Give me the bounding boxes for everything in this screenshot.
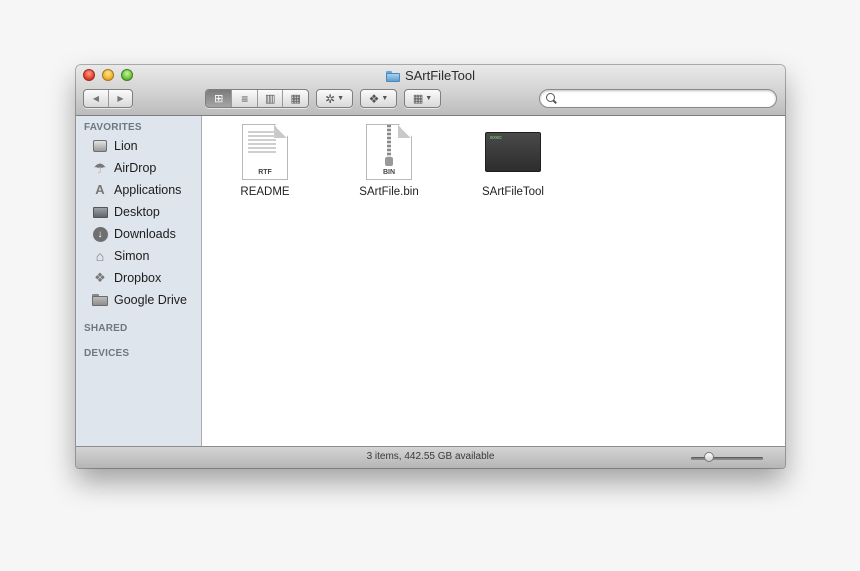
list-view-button[interactable]: ≡ — [231, 90, 257, 107]
dropbox-menu-button[interactable]: ❖ ▼ — [360, 89, 397, 108]
folder-icon — [385, 70, 400, 82]
search-input[interactable] — [558, 91, 772, 107]
file-name: SArtFileTool — [482, 186, 544, 198]
sidebar: FAVORITES Lion ☂ AirDrop A Applications … — [76, 116, 202, 446]
forward-button[interactable]: ▶ — [108, 90, 132, 107]
window-title-text: SArtFileTool — [404, 68, 476, 83]
icon-size-slider-knob[interactable] — [704, 452, 714, 462]
gear-icon: ✲ — [325, 91, 336, 106]
file-type-tag: RTF — [258, 169, 272, 176]
icon-view-icon: ⊞ — [214, 93, 224, 105]
sidebar-item-simon[interactable]: ⌂ Simon — [92, 246, 150, 266]
folder-icon — [92, 292, 108, 308]
dropbox-menu-segment: ❖ ▼ — [361, 90, 396, 107]
file-item-sartfiletool[interactable]: exec SArtFileTool — [468, 124, 558, 198]
search-icon — [546, 93, 555, 102]
search-field[interactable] — [539, 89, 777, 108]
unix-executable-icon: exec — [485, 132, 541, 172]
chevron-down-icon: ▼ — [381, 95, 389, 102]
hard-disk-icon — [92, 138, 108, 154]
sidebar-item-label: AirDrop — [114, 161, 157, 175]
column-view-icon: ▥ — [265, 93, 276, 105]
sidebar-item-label: Dropbox — [114, 271, 162, 285]
back-arrow-icon: ◀ — [92, 94, 100, 103]
sidebar-item-label: Downloads — [114, 227, 176, 241]
list-view-icon: ≡ — [241, 91, 249, 106]
finder-window: SArtFileTool ◀ ▶ ⊞ ≡ ▥ ▦ ✲ ▼ ❖ ▼ ▦ ▼ FAV… — [76, 65, 785, 468]
titlebar: SArtFileTool ◀ ▶ ⊞ ≡ ▥ ▦ ✲ ▼ ❖ ▼ ▦ ▼ — [76, 65, 785, 116]
coverflow-view-button[interactable]: ▦ — [282, 90, 308, 107]
column-view-button[interactable]: ▥ — [256, 90, 283, 107]
sidebar-item-downloads[interactable]: ↓ Downloads — [92, 224, 176, 244]
icon-view-button[interactable]: ⊞ — [206, 90, 232, 107]
desktop-icon — [92, 204, 108, 220]
applications-icon: A — [95, 182, 105, 197]
sidebar-item-lion[interactable]: Lion — [92, 136, 138, 156]
arrange-menu-segment: ▦ ▼ — [405, 90, 440, 107]
status-text: 3 items, 442.55 GB available — [366, 451, 495, 462]
forward-arrow-icon: ▶ — [117, 94, 124, 103]
file-name: SArtFile.bin — [359, 186, 419, 198]
chevron-down-icon: ▼ — [425, 95, 433, 102]
action-menu-segment: ✲ ▼ — [317, 90, 352, 107]
downloads-icon: ↓ — [92, 226, 108, 242]
sidebar-item-google-drive[interactable]: Google Drive — [92, 290, 187, 310]
sidebar-item-airdrop[interactable]: ☂ AirDrop — [92, 158, 157, 178]
file-item-readme[interactable]: RTF README — [220, 124, 310, 198]
coverflow-view-icon: ▦ — [290, 93, 301, 105]
file-type-tag: exec — [490, 135, 503, 141]
sidebar-item-label: Lion — [114, 139, 138, 153]
sidebar-item-label: Google Drive — [114, 293, 187, 307]
back-button[interactable]: ◀ — [84, 90, 108, 107]
window-title: SArtFileTool — [76, 68, 785, 84]
sidebar-item-label: Desktop — [114, 205, 160, 219]
sidebar-item-desktop[interactable]: Desktop — [92, 202, 160, 222]
rtf-document-icon: RTF — [242, 124, 288, 180]
view-mode-control: ⊞ ≡ ▥ ▦ — [205, 89, 309, 108]
airdrop-icon: ☂ — [93, 160, 107, 176]
chevron-down-icon: ▼ — [337, 95, 344, 102]
file-type-tag: BIN — [382, 169, 396, 176]
file-area: RTF README BIN SArtFile.bin exec SArtFil… — [202, 116, 785, 446]
archive-bin-icon: BIN — [366, 124, 412, 180]
arrange-menu-button[interactable]: ▦ ▼ — [404, 89, 441, 108]
sidebar-section-devices: DEVICES — [84, 348, 130, 359]
nav-buttons: ◀ ▶ — [83, 89, 133, 108]
action-menu-button[interactable]: ✲ ▼ — [316, 89, 353, 108]
icon-size-slider[interactable] — [691, 457, 763, 460]
sidebar-item-label: Applications — [114, 183, 182, 197]
dropbox-icon: ❖ — [368, 91, 380, 106]
arrange-icon: ▦ — [412, 93, 424, 105]
file-name: README — [240, 186, 290, 198]
sidebar-section-favorites: FAVORITES — [84, 122, 142, 133]
sidebar-item-label: Simon — [114, 249, 150, 263]
dropbox-icon: ❖ — [94, 270, 106, 285]
status-bar: 3 items, 442.55 GB available — [76, 446, 785, 468]
home-icon: ⌂ — [95, 248, 105, 264]
sidebar-item-dropbox[interactable]: ❖ Dropbox — [92, 268, 161, 288]
file-item-sartfile-bin[interactable]: BIN SArtFile.bin — [344, 124, 434, 198]
sidebar-item-applications[interactable]: A Applications — [92, 180, 181, 200]
sidebar-section-shared: SHARED — [84, 323, 128, 334]
